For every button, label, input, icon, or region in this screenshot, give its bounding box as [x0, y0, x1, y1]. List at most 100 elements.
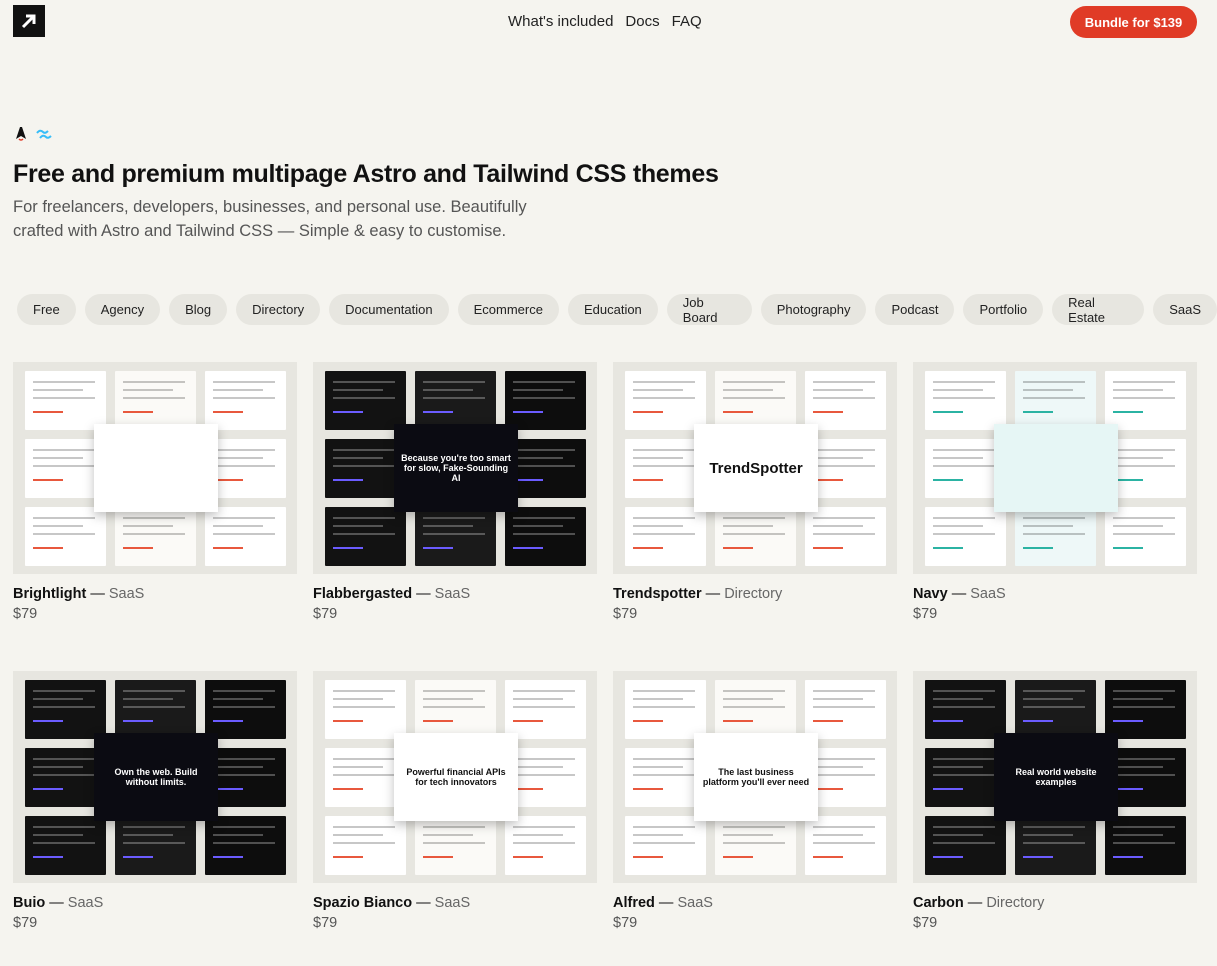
- filter-real-estate[interactable]: Real Estate: [1052, 294, 1145, 325]
- preview-page: [205, 507, 286, 566]
- preview-page: [805, 680, 886, 739]
- theme-price: $79: [313, 606, 338, 622]
- theme-card[interactable]: Because you're too smart for slow, Fake-…: [313, 362, 597, 624]
- filter-directory[interactable]: Directory: [236, 294, 321, 325]
- preview-page: [1015, 507, 1096, 566]
- preview-page: [1015, 816, 1096, 875]
- preview-page: [625, 680, 706, 739]
- theme-price: $79: [613, 915, 638, 931]
- theme-thumbnail[interactable]: TrendSpotter: [613, 362, 897, 574]
- preview-page: [325, 507, 406, 566]
- preview-page: [115, 816, 196, 875]
- tailwind-icon: [35, 127, 53, 145]
- logo-icon[interactable]: [13, 5, 45, 37]
- page-title: Free and premium multipage Astro and Tai…: [13, 160, 719, 188]
- nav-docs[interactable]: Docs: [625, 13, 659, 30]
- preview-page: [115, 507, 196, 566]
- preview-page: [1105, 371, 1186, 430]
- preview-hero-text: Because you're too smart for slow, Fake-…: [401, 453, 511, 483]
- theme-card[interactable]: The last business platform you'll ever n…: [613, 671, 897, 933]
- theme-card[interactable]: TrendSpotter Trendspotter — Directory $7…: [613, 362, 897, 624]
- preview-page: [325, 371, 406, 430]
- theme-price: $79: [913, 606, 938, 622]
- preview-page: [505, 507, 586, 566]
- preview-page: [805, 816, 886, 875]
- preview-page: [925, 507, 1006, 566]
- filter-podcast[interactable]: Podcast: [875, 294, 955, 325]
- preview-page: [925, 816, 1006, 875]
- theme-card[interactable]: Brightlight — SaaS $79: [13, 362, 297, 624]
- preview-page: [505, 371, 586, 430]
- theme-title[interactable]: Trendspotter — Directory: [613, 584, 897, 604]
- preview-page: [205, 816, 286, 875]
- category-filters: Free Agency Blog Directory Documentation…: [17, 294, 1217, 325]
- theme-title[interactable]: Alfred — SaaS: [613, 893, 897, 913]
- preview-hero: TrendSpotter: [694, 424, 818, 512]
- theme-thumbnail[interactable]: Real world website examples: [913, 671, 1197, 883]
- preview-hero-text: Real world website examples: [1015, 767, 1097, 787]
- filter-ecommerce[interactable]: Ecommerce: [457, 294, 559, 325]
- preview-page: [325, 680, 406, 739]
- preview-page: [415, 680, 496, 739]
- preview-page: [25, 816, 106, 875]
- preview-hero-text: Own the web. Build without limits.: [114, 767, 198, 787]
- theme-title[interactable]: Brightlight — SaaS: [13, 584, 297, 604]
- preview-page: [415, 371, 496, 430]
- bundle-button[interactable]: Bundle for $139: [1070, 6, 1197, 38]
- theme-title[interactable]: Carbon — Directory: [913, 893, 1197, 913]
- preview-page: [505, 816, 586, 875]
- theme-thumbnail[interactable]: Powerful financial APIs for tech innovat…: [313, 671, 597, 883]
- theme-thumbnail[interactable]: Because you're too smart for slow, Fake-…: [313, 362, 597, 574]
- preview-page: [625, 371, 706, 430]
- preview-hero-text: TrendSpotter: [709, 459, 803, 477]
- theme-title[interactable]: Flabbergasted — SaaS: [313, 584, 597, 604]
- theme-thumbnail[interactable]: [913, 362, 1197, 574]
- filter-photography[interactable]: Photography: [760, 294, 867, 325]
- preview-hero: The last business platform you'll ever n…: [694, 733, 818, 821]
- theme-title[interactable]: Buio — SaaS: [13, 893, 297, 913]
- preview-page: [625, 816, 706, 875]
- preview-page: [925, 371, 1006, 430]
- nav-faq[interactable]: FAQ: [672, 13, 702, 30]
- preview-page: [715, 507, 796, 566]
- preview-hero: [994, 424, 1118, 512]
- theme-thumbnail[interactable]: [13, 362, 297, 574]
- preview-hero-text: Powerful financial APIs for tech innovat…: [406, 767, 506, 787]
- preview-hero: Own the web. Build without limits.: [94, 733, 218, 821]
- theme-card[interactable]: Real world website examples Carbon — Dir…: [913, 671, 1197, 933]
- preview-page: [115, 680, 196, 739]
- tech-icons: [13, 125, 53, 146]
- theme-thumbnail[interactable]: Own the web. Build without limits.: [13, 671, 297, 883]
- preview-page: [805, 507, 886, 566]
- filter-documentation[interactable]: Documentation: [329, 294, 449, 325]
- page-subtitle: For freelancers, developers, businesses,…: [13, 198, 527, 240]
- theme-thumbnail[interactable]: The last business platform you'll ever n…: [613, 671, 897, 883]
- preview-page: [1105, 816, 1186, 875]
- filter-free[interactable]: Free: [17, 294, 76, 325]
- theme-price: $79: [13, 915, 38, 931]
- preview-page: [115, 371, 196, 430]
- preview-page: [205, 371, 286, 430]
- preview-page: [715, 371, 796, 430]
- site-header: What's included Docs FAQ Bundle for $139: [0, 0, 1217, 44]
- main-nav: What's included Docs FAQ: [508, 13, 702, 30]
- theme-card[interactable]: Navy — SaaS $79: [913, 362, 1197, 624]
- preview-page: [25, 371, 106, 430]
- preview-page: [1015, 371, 1096, 430]
- nav-whats-included[interactable]: What's included: [508, 13, 613, 30]
- preview-hero: Because you're too smart for slow, Fake-…: [394, 424, 518, 512]
- theme-card[interactable]: Powerful financial APIs for tech innovat…: [313, 671, 597, 933]
- filter-education[interactable]: Education: [567, 294, 658, 325]
- preview-page: [25, 680, 106, 739]
- filter-job-board[interactable]: Job Board: [666, 294, 752, 325]
- preview-page: [415, 507, 496, 566]
- preview-page: [505, 680, 586, 739]
- filter-agency[interactable]: Agency: [84, 294, 161, 325]
- theme-card[interactable]: Own the web. Build without limits. Buio …: [13, 671, 297, 933]
- theme-title[interactable]: Spazio Bianco — SaaS: [313, 893, 597, 913]
- preview-page: [1015, 680, 1096, 739]
- filter-blog[interactable]: Blog: [169, 294, 228, 325]
- theme-title[interactable]: Navy — SaaS: [913, 584, 1197, 604]
- filter-saas[interactable]: SaaS: [1153, 294, 1217, 325]
- filter-portfolio[interactable]: Portfolio: [963, 294, 1044, 325]
